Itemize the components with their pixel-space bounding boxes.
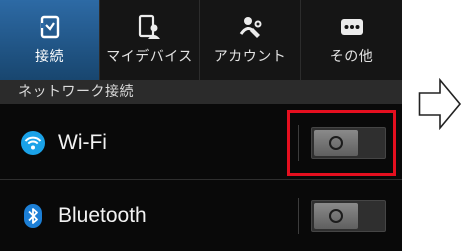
tab-label: アカウント: [213, 49, 287, 65]
toggle-knob: [314, 202, 358, 229]
bluetooth-icon: [24, 203, 42, 228]
section-header: ネットワーク接続: [0, 80, 402, 104]
tab-more[interactable]: その他: [301, 0, 402, 80]
divider: [298, 197, 299, 234]
tab-accounts[interactable]: アカウント: [200, 0, 301, 80]
accounts-icon: [239, 17, 262, 38]
wifi-label: Wi-Fi: [58, 131, 107, 154]
wifi-icon: [21, 131, 45, 155]
my-device-icon: [138, 14, 160, 39]
bluetooth-row[interactable]: Bluetooth: [0, 179, 402, 251]
more-icon: [340, 19, 363, 35]
connections-icon: [40, 15, 59, 39]
tab-label: その他: [329, 49, 374, 65]
wifi-toggle-highlight: [287, 110, 396, 176]
settings-screen: 接続 マイデバイス アカウント その他 ネットワーク接続 Wi-Fi Bluet…: [0, 0, 402, 251]
right-arrow-icon: [418, 78, 462, 130]
settings-tab-bar: 接続 マイデバイス アカウント その他: [0, 0, 402, 81]
toggle-off-icon: [329, 208, 343, 223]
tab-label: 接続: [35, 49, 64, 65]
tab-connections[interactable]: 接続: [0, 0, 100, 80]
tab-my-device[interactable]: マイデバイス: [100, 0, 200, 80]
bluetooth-toggle[interactable]: [311, 199, 386, 232]
tab-label: マイデバイス: [106, 49, 193, 65]
bluetooth-label: Bluetooth: [58, 203, 147, 227]
